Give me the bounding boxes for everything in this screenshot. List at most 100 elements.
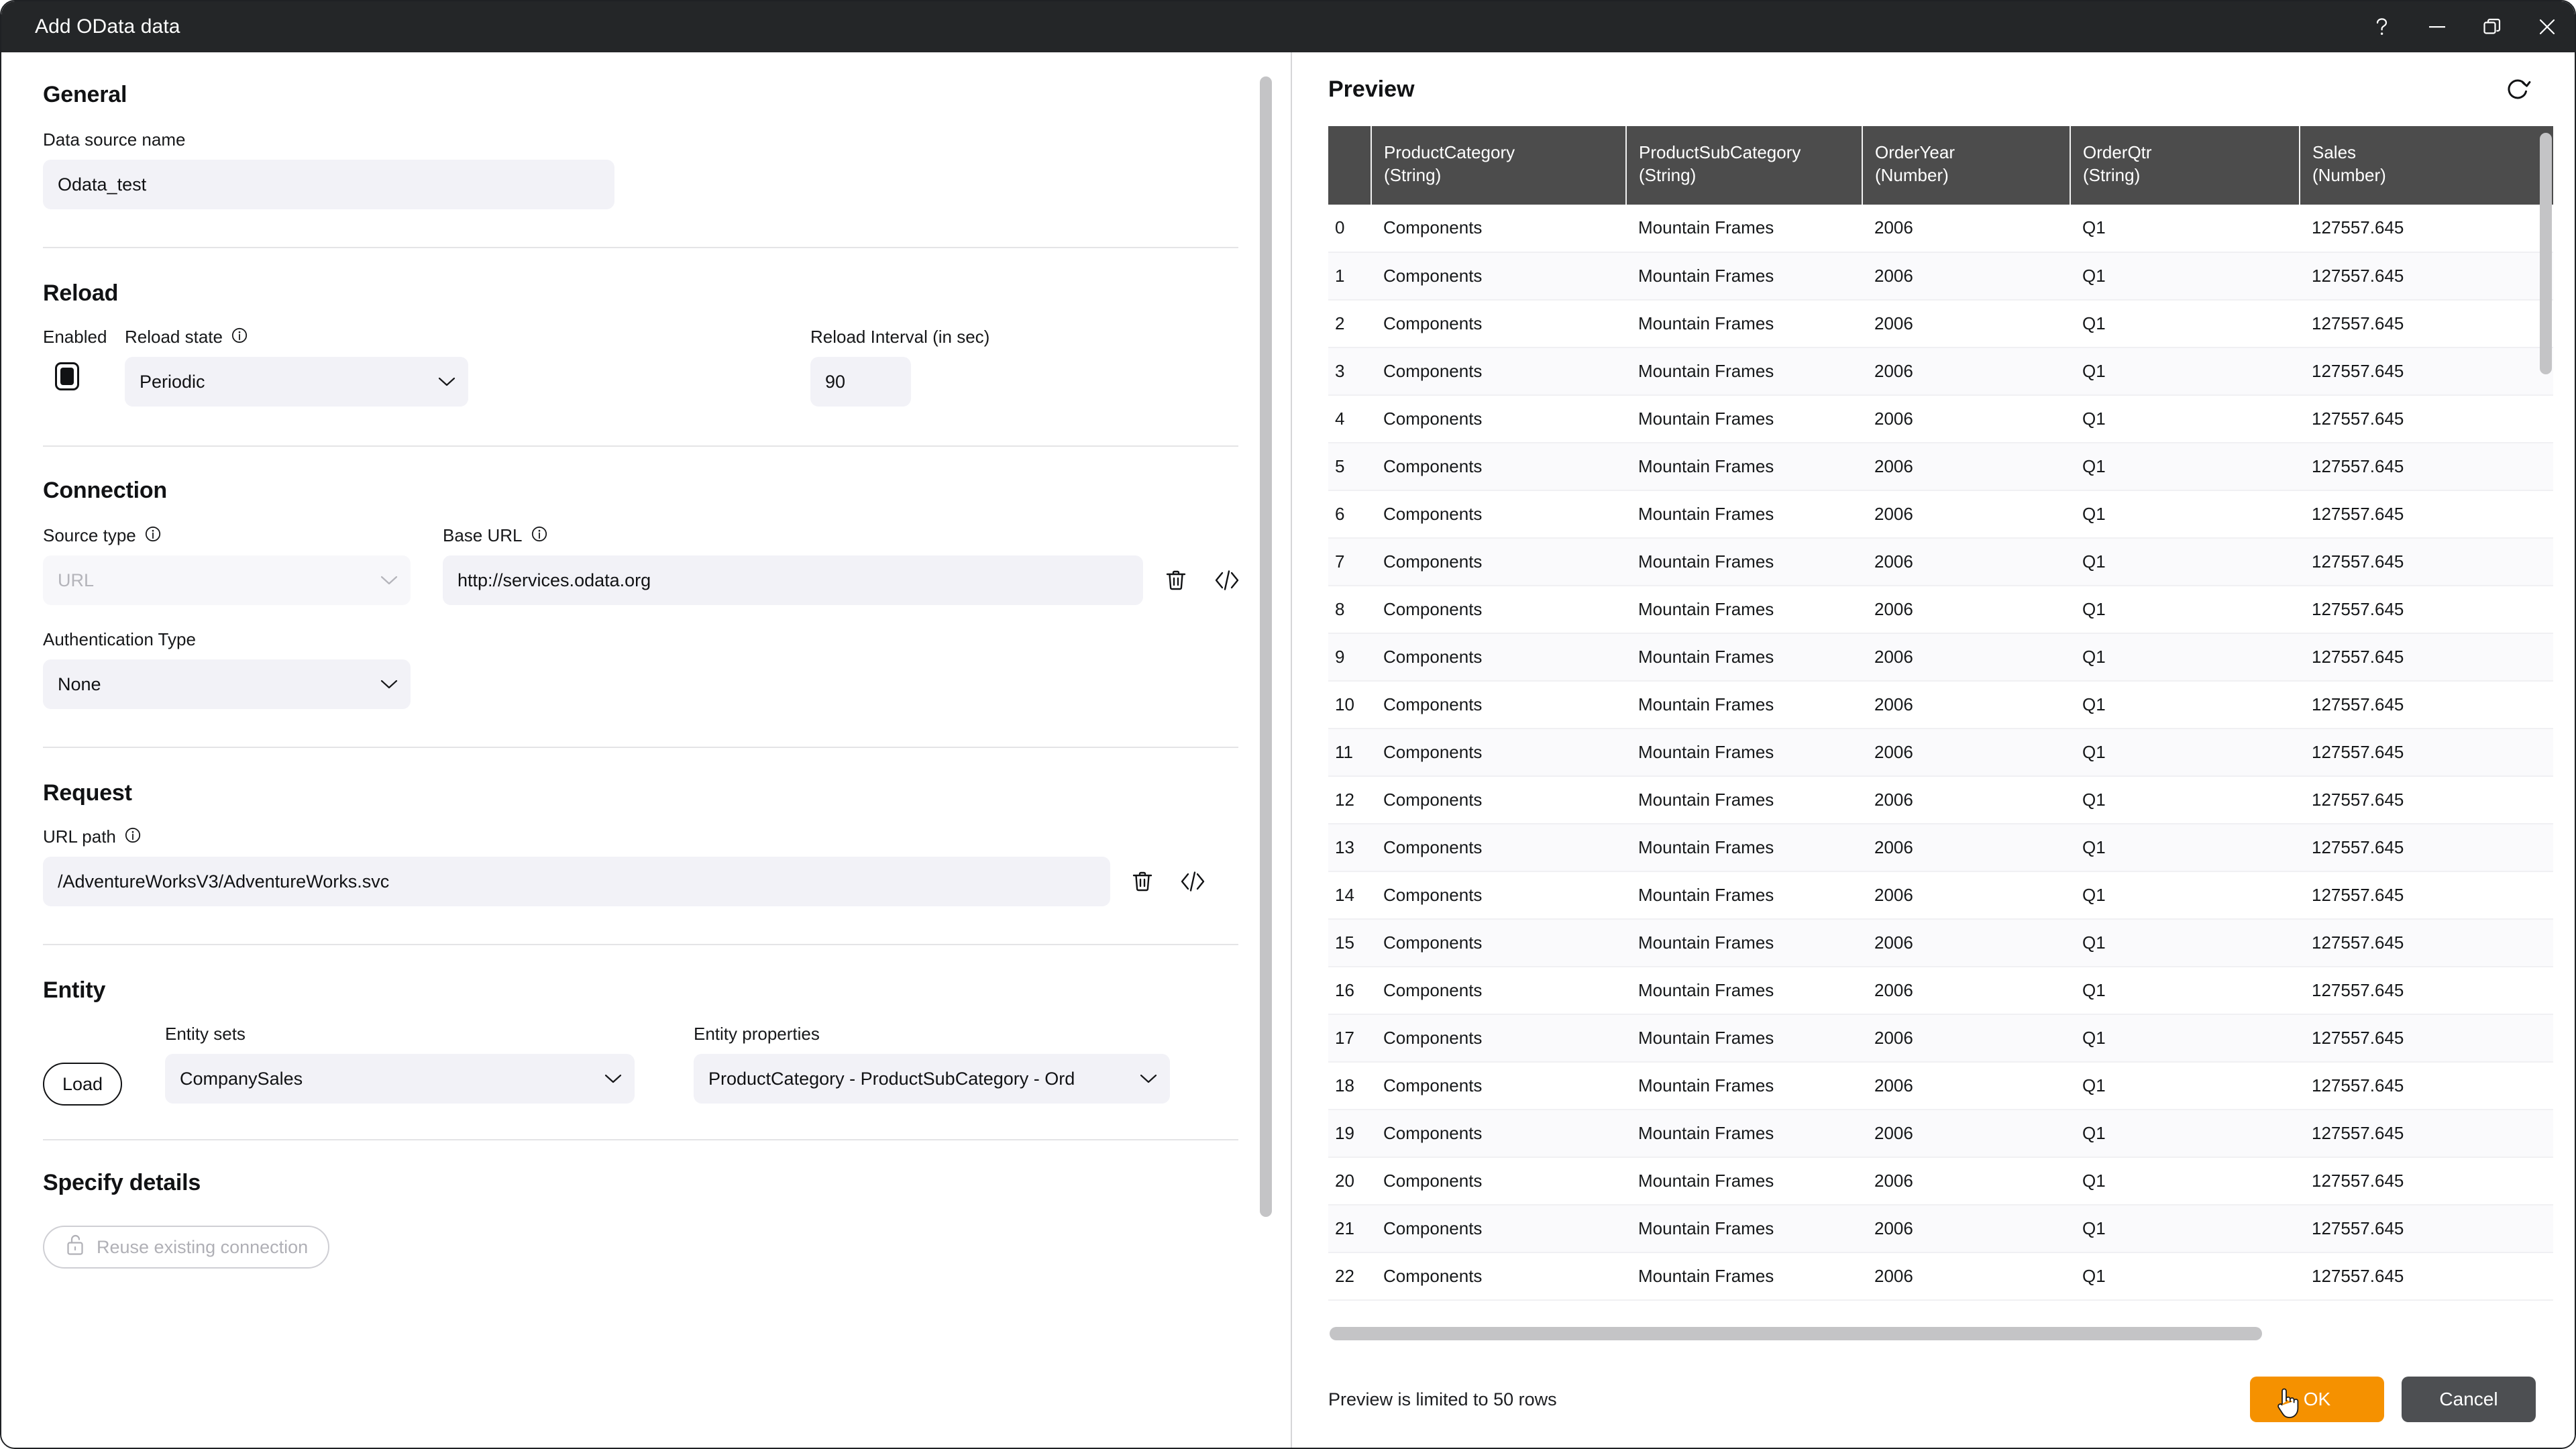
entity-sets-select[interactable]: CompanySales xyxy=(165,1054,635,1104)
cell-orderyear: 2006 xyxy=(1874,837,1913,857)
close-button[interactable] xyxy=(2520,1,2575,52)
table-row[interactable]: 8 Components Mountain Frames 2006 Q1 127557.6… xyxy=(1328,585,2553,633)
authentication-type-value: None xyxy=(58,674,101,694)
enabled-label: Enabled xyxy=(43,327,107,347)
table-row[interactable]: 15 Components Mountain Frames 2006 Q1 127557.… xyxy=(1328,918,2553,967)
table-row[interactable]: 0 Components Mountain Frames 2006 Q1 127557.6… xyxy=(1328,204,2553,252)
base-url-input[interactable]: http://services.odata.org xyxy=(443,555,1143,605)
cell-productcategory: Components xyxy=(1383,408,1483,429)
table-row[interactable]: 11 Components Mountain Frames 2006 Q1 127557.… xyxy=(1328,728,2553,776)
preview-table-header: ProductCategory (String) ProductSubCategor… xyxy=(1328,126,2553,205)
refresh-preview-button[interactable] xyxy=(2500,71,2536,107)
preview-header: Preview xyxy=(1292,52,2575,126)
refresh-icon xyxy=(2508,79,2531,99)
source-type-select: URL xyxy=(43,555,411,605)
row-index-cell: 6 xyxy=(1335,503,1345,524)
cell-productsubcategory: Mountain Frames xyxy=(1638,837,1774,857)
cell-sales: 127557.645 xyxy=(2312,265,2404,286)
edit-url-path-expression-button[interactable] xyxy=(1175,863,1210,900)
edit-base-url-expression-button[interactable] xyxy=(1209,562,1245,598)
cell-productsubcategory: Mountain Frames xyxy=(1638,360,1774,381)
row-index-cell: 1 xyxy=(1335,265,1345,286)
preview-pane: Preview ProductCategory (String) Product… xyxy=(1292,52,2575,1448)
cell-orderyear: 2006 xyxy=(1874,1122,1913,1143)
help-button[interactable] xyxy=(2355,1,2410,52)
row-index-cell: 8 xyxy=(1335,598,1345,619)
preview-table-container[interactable]: ProductCategory (String) ProductSubCategor… xyxy=(1328,126,2553,1351)
table-row[interactable]: 13 Components Mountain Frames 2006 Q1 127557.… xyxy=(1328,823,2553,871)
delete-url-path-button[interactable] xyxy=(1125,863,1160,900)
connection-section-heading: Connection xyxy=(43,478,167,503)
table-row[interactable]: 1 Components Mountain Frames 2006 Q1 127557.6… xyxy=(1328,252,2553,300)
table-row[interactable]: 12 Components Mountain Frames 2006 Q1 127557.… xyxy=(1328,775,2553,824)
row-index-cell: 20 xyxy=(1335,1170,1354,1191)
authentication-type-select[interactable]: None xyxy=(43,659,411,709)
load-entity-button[interactable]: Load xyxy=(43,1063,122,1106)
code-brackets-icon xyxy=(1181,871,1204,892)
row-index-cell: 22 xyxy=(1335,1265,1354,1286)
info-icon[interactable] xyxy=(124,826,142,847)
restore-button[interactable] xyxy=(2465,1,2520,52)
cell-productcategory: Components xyxy=(1383,217,1483,238)
url-path-label: URL path xyxy=(43,826,116,847)
preview-vertical-scrollbar[interactable] xyxy=(2540,133,2552,374)
cell-productsubcategory: Mountain Frames xyxy=(1638,551,1774,572)
reload-state-select[interactable]: Periodic xyxy=(125,357,468,407)
table-row[interactable]: 17 Components Mountain Frames 2006 Q1 127557.… xyxy=(1328,1014,2553,1062)
preview-horizontal-scrollbar[interactable] xyxy=(1330,1327,2262,1340)
table-row[interactable]: 20 Components Mountain Frames 2006 Q1 127557.… xyxy=(1328,1157,2553,1205)
url-path-input[interactable]: /AdventureWorksV3/AdventureWorks.svc xyxy=(43,857,1111,906)
entity-properties-select[interactable]: ProductCategory - ProductSubCategory - O… xyxy=(694,1054,1170,1104)
add-odata-data-dialog: Add OData data General Data source name … xyxy=(0,0,2576,1449)
entity-sets-value: CompanySales xyxy=(180,1068,303,1089)
data-source-name-input[interactable]: Odata_test xyxy=(43,160,614,209)
cancel-button[interactable]: Cancel xyxy=(2402,1377,2536,1422)
reuse-existing-connection-button[interactable]: Reuse existing connection xyxy=(43,1226,330,1269)
table-row[interactable]: 19 Components Mountain Frames 2006 Q1 127557.… xyxy=(1328,1109,2553,1157)
cell-productsubcategory: Mountain Frames xyxy=(1638,694,1774,714)
cell-productsubcategory: Mountain Frames xyxy=(1638,1170,1774,1191)
cell-orderqtr: Q1 xyxy=(2082,646,2106,667)
reload-section-heading: Reload xyxy=(43,280,119,306)
table-row[interactable]: 16 Components Mountain Frames 2006 Q1 127557.… xyxy=(1328,966,2553,1014)
table-row[interactable]: 5 Components Mountain Frames 2006 Q1 127557.6… xyxy=(1328,442,2553,490)
table-row[interactable]: 22 Components Mountain Frames 2006 Q1 127557.… xyxy=(1328,1252,2553,1300)
cancel-button-label: Cancel xyxy=(2439,1389,2498,1409)
preview-table: ProductCategory (String) ProductSubCategor… xyxy=(1328,126,2553,1301)
table-row[interactable]: 4 Components Mountain Frames 2006 Q1 127557.6… xyxy=(1328,394,2553,443)
cell-sales: 127557.645 xyxy=(2312,408,2404,429)
reload-enabled-checkbox[interactable] xyxy=(55,362,79,390)
table-row[interactable]: 7 Components Mountain Frames 2006 Q1 127557.6… xyxy=(1328,537,2553,586)
table-row[interactable]: 14 Components Mountain Frames 2006 Q1 127557.… xyxy=(1328,871,2553,919)
general-section-heading: General xyxy=(43,82,127,107)
cell-orderyear: 2006 xyxy=(1874,789,1913,810)
cell-sales: 127557.645 xyxy=(2312,1218,2404,1238)
configuration-vertical-scrollbar[interactable] xyxy=(1260,76,1272,1217)
column-header-sales: Sales (Number) xyxy=(2300,126,2553,205)
table-row[interactable]: 21 Components Mountain Frames 2006 Q1 127557.… xyxy=(1328,1204,2553,1252)
configuration-scroll-area[interactable]: General Data source name Odata_test Relo… xyxy=(1,52,1291,1448)
cell-productcategory: Components xyxy=(1383,646,1483,667)
delete-base-url-button[interactable] xyxy=(1158,562,1194,598)
info-icon[interactable] xyxy=(231,327,248,347)
preview-table-body: 0 Components Mountain Frames 2006 Q1 127557.6… xyxy=(1328,204,2553,1300)
entity-sets-label: Entity sets xyxy=(165,1024,246,1044)
trash-icon xyxy=(1133,871,1152,892)
ok-button-label: OK xyxy=(2303,1389,2331,1409)
minimize-button[interactable] xyxy=(2410,1,2465,52)
configuration-pane: General Data source name Odata_test Relo… xyxy=(1,52,1291,1448)
reload-interval-input[interactable]: 90 xyxy=(810,357,911,407)
table-row[interactable]: 10 Components Mountain Frames 2006 Q1 127557.… xyxy=(1328,680,2553,729)
cell-productsubcategory: Mountain Frames xyxy=(1638,789,1774,810)
table-row[interactable]: 9 Components Mountain Frames 2006 Q1 127557.6… xyxy=(1328,633,2553,681)
table-row[interactable]: 18 Components Mountain Frames 2006 Q1 127557.… xyxy=(1328,1061,2553,1110)
table-row[interactable]: 6 Components Mountain Frames 2006 Q1 127557.6… xyxy=(1328,490,2553,538)
info-icon[interactable] xyxy=(531,525,548,546)
cell-productcategory: Components xyxy=(1383,313,1483,333)
info-icon[interactable] xyxy=(144,525,162,546)
table-row[interactable]: 2 Components Mountain Frames 2006 Q1 127557.6… xyxy=(1328,299,2553,347)
ok-button[interactable]: OK xyxy=(2250,1377,2384,1422)
table-row[interactable]: 3 Components Mountain Frames 2006 Q1 127557.6… xyxy=(1328,347,2553,395)
cell-orderyear: 2006 xyxy=(1874,217,1913,238)
cell-orderqtr: Q1 xyxy=(2082,1218,2106,1238)
